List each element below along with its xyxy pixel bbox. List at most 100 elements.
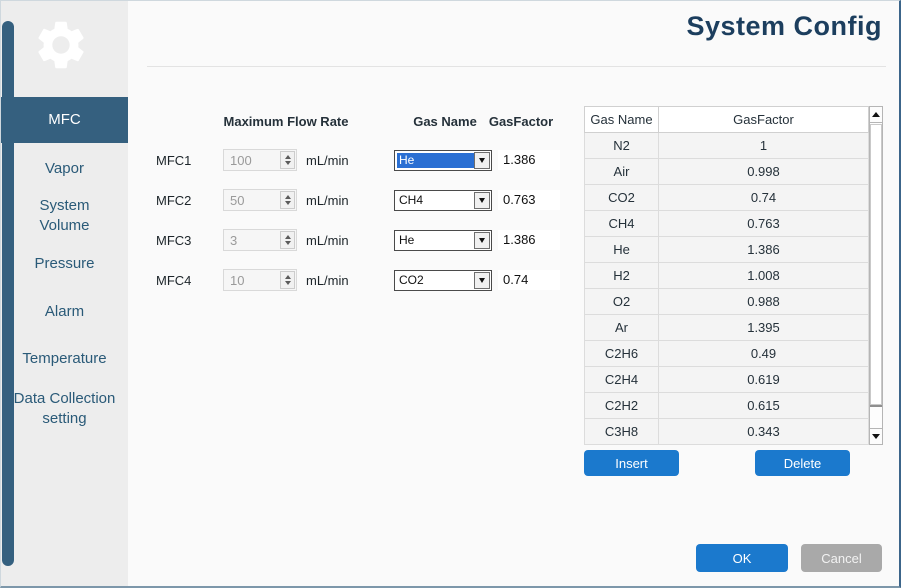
gas-name-dropdown[interactable]: CO2 <box>394 270 492 291</box>
spin-down-icon <box>285 161 291 165</box>
dropdown-arrow-button[interactable] <box>474 152 490 169</box>
flow-unit: mL/min <box>297 233 394 248</box>
gas-factor-value: 0.74 <box>498 270 560 290</box>
gas-name-cell: Ar <box>585 315 659 340</box>
scroll-down-button[interactable] <box>870 428 882 444</box>
flow-unit: mL/min <box>297 273 394 288</box>
gas-table-row[interactable]: Air 0.998 <box>585 159 868 185</box>
gas-factor-cell: 0.74 <box>659 185 868 210</box>
spinner-arrows-icon[interactable] <box>280 151 295 169</box>
gas-dropdown-value: CO2 <box>397 273 474 288</box>
gas-table-row[interactable]: C2H2 0.615 <box>585 393 868 419</box>
cancel-button[interactable]: Cancel <box>801 544 882 572</box>
flow-unit: mL/min <box>297 153 394 168</box>
gas-factor-header: GasFactor <box>488 114 554 129</box>
flow-rate-value: 50 <box>224 193 280 208</box>
chevron-down-icon <box>479 238 485 243</box>
flow-rate-spinner[interactable]: 3 <box>223 229 297 251</box>
gas-name-cell: N2 <box>585 133 659 158</box>
sidebar-item-system-volume[interactable]: System Volume <box>1 196 128 240</box>
gas-name-dropdown[interactable]: He <box>394 230 492 251</box>
scroll-up-button[interactable] <box>870 107 882 123</box>
gas-factor-cell: 0.343 <box>659 419 868 444</box>
dropdown-arrow-button[interactable] <box>474 272 490 289</box>
flow-rate-spinner[interactable]: 10 <box>223 269 297 291</box>
gas-name-cell: O2 <box>585 289 659 314</box>
sidebar-item-temperature[interactable]: Temperature <box>1 349 128 371</box>
gas-dropdown-value: He <box>397 153 474 168</box>
spinner-arrows-icon[interactable] <box>280 271 295 289</box>
scroll-down-icon <box>872 434 880 439</box>
mfc-label: MFC2 <box>156 193 223 208</box>
sidebar: MFC Vapor System Volume Pressure Alarm Temper… <box>1 1 128 586</box>
gas-factor-cell: 0.615 <box>659 393 868 418</box>
delete-button[interactable]: Delete <box>755 450 850 476</box>
gas-name-cell: He <box>585 237 659 262</box>
gas-table-row[interactable]: Ar 1.395 <box>585 315 868 341</box>
spin-up-icon <box>285 195 291 199</box>
flow-rate-spinner[interactable]: 100 <box>223 149 297 171</box>
chevron-down-icon <box>479 278 485 283</box>
ok-button[interactable]: OK <box>696 544 788 572</box>
sidebar-item-alarm[interactable]: Alarm <box>1 302 128 324</box>
gas-table-row[interactable]: CH4 0.763 <box>585 211 868 237</box>
flow-rate-value: 10 <box>224 273 280 288</box>
gas-name-cell: C2H2 <box>585 393 659 418</box>
gas-table-row[interactable]: CO2 0.74 <box>585 185 868 211</box>
header-divider <box>147 66 886 67</box>
flow-rate-value: 3 <box>224 233 280 248</box>
spin-down-icon <box>285 201 291 205</box>
spin-down-icon <box>285 281 291 285</box>
table-scrollbar[interactable] <box>869 106 883 445</box>
sidebar-item-mfc[interactable]: MFC <box>1 97 128 143</box>
gas-factor-cell: 1.395 <box>659 315 868 340</box>
gas-name-header: Gas Name <box>404 114 486 129</box>
insert-button[interactable]: Insert <box>584 450 679 476</box>
mfc-rows: MFC1 100 mL/min He 1.386 MFC2 50 mL/min <box>156 149 576 309</box>
sidebar-item-vapor[interactable]: Vapor <box>1 159 128 181</box>
gas-factor-table: Gas Name GasFactor N2 1 Air 0.998 CO2 0.… <box>584 106 882 445</box>
gas-name-cell: C3H8 <box>585 419 659 444</box>
gas-table-row[interactable]: C2H4 0.619 <box>585 367 868 393</box>
gas-table-row[interactable]: N2 1 <box>585 133 868 159</box>
dropdown-arrow-button[interactable] <box>474 232 490 249</box>
spin-up-icon <box>285 155 291 159</box>
chevron-down-icon <box>479 158 485 163</box>
gas-name-cell: CO2 <box>585 185 659 210</box>
system-config-window: MFC Vapor System Volume Pressure Alarm Temper… <box>0 0 901 588</box>
gas-factor-cell: 0.988 <box>659 289 868 314</box>
gear-icon <box>29 13 93 77</box>
scrollbar-thumb[interactable] <box>870 124 882 407</box>
chevron-down-icon <box>479 198 485 203</box>
gas-table-row[interactable]: He 1.386 <box>585 237 868 263</box>
gas-factor-cell: 0.763 <box>659 211 868 236</box>
gas-name-dropdown[interactable]: He <box>394 150 492 171</box>
gas-table-row[interactable]: H2 1.008 <box>585 263 868 289</box>
dropdown-arrow-button[interactable] <box>474 192 490 209</box>
gas-factor-value: 1.386 <box>498 150 560 170</box>
gas-table-header: Gas Name GasFactor <box>584 106 869 133</box>
gas-name-cell: C2H4 <box>585 367 659 392</box>
gas-factor-cell: 0.619 <box>659 367 868 392</box>
gas-dropdown-value: CH4 <box>397 193 474 208</box>
mfc-row: MFC3 3 mL/min He 1.386 <box>156 229 576 251</box>
max-flow-rate-header: Maximum Flow Rate <box>211 114 361 129</box>
gas-table-row[interactable]: C3H8 0.343 <box>585 419 868 445</box>
gas-table-body: N2 1 Air 0.998 CO2 0.74 CH4 0.763 He 1.3… <box>584 133 869 445</box>
flow-unit: mL/min <box>297 193 394 208</box>
sidebar-item-pressure[interactable]: Pressure <box>1 254 128 276</box>
gas-factor-cell: 0.49 <box>659 341 868 366</box>
gas-table-row[interactable]: O2 0.988 <box>585 289 868 315</box>
spin-up-icon <box>285 235 291 239</box>
gas-table-row[interactable]: C2H6 0.49 <box>585 341 868 367</box>
gas-factor-cell: 1 <box>659 133 868 158</box>
gas-factor-cell: 0.998 <box>659 159 868 184</box>
spinner-arrows-icon[interactable] <box>280 191 295 209</box>
gas-dropdown-value: He <box>397 233 474 248</box>
gas-name-dropdown[interactable]: CH4 <box>394 190 492 211</box>
gas-table-header-gas-name: Gas Name <box>585 107 659 132</box>
spinner-arrows-icon[interactable] <box>280 231 295 249</box>
flow-rate-spinner[interactable]: 50 <box>223 189 297 211</box>
sidebar-item-data-collection[interactable]: Data Collection setting <box>1 389 128 429</box>
page-title: System Config <box>686 11 882 42</box>
